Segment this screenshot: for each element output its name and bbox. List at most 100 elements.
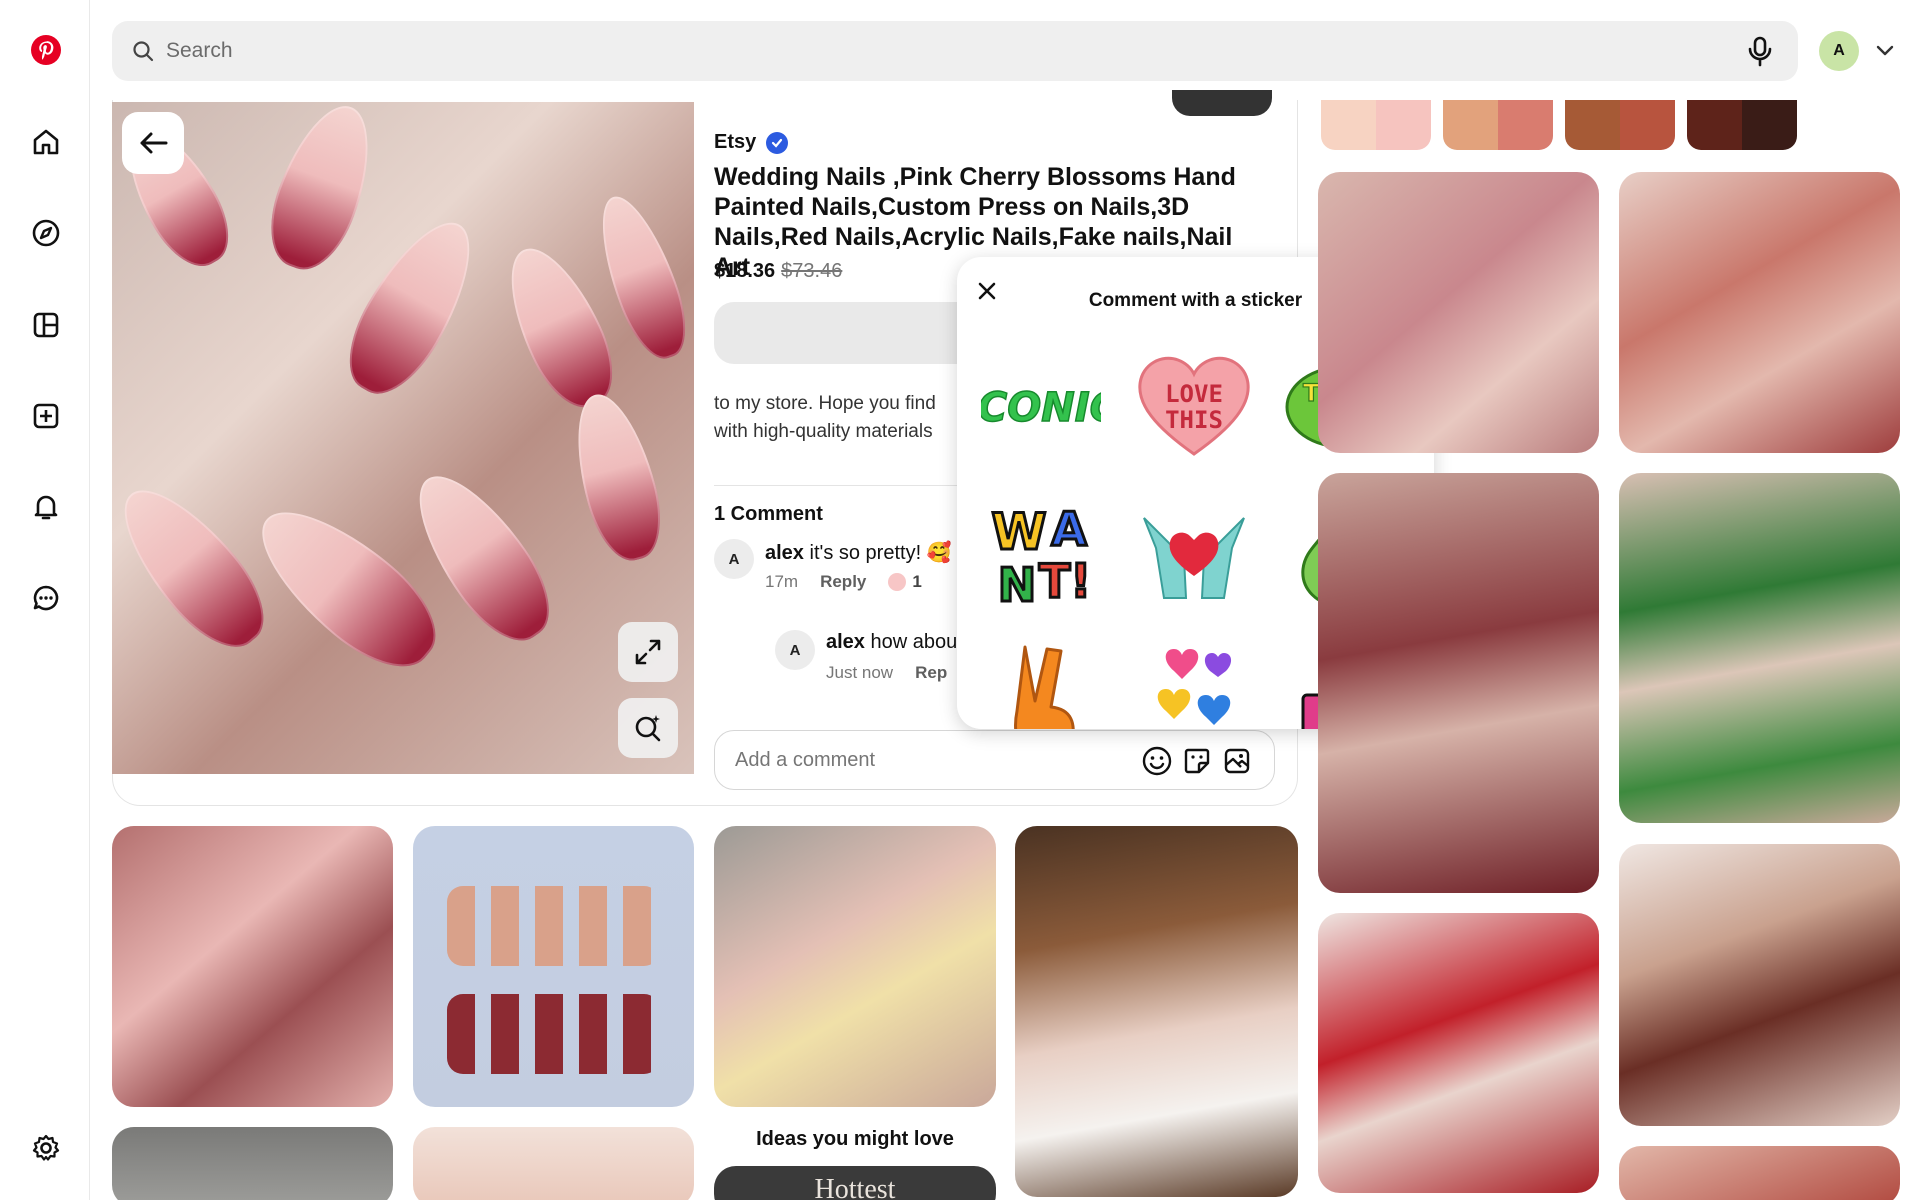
left-nav-rail (0, 0, 90, 1200)
comment-body: it's so pretty! 🥰 (803, 542, 952, 564)
store-label: Etsy (714, 131, 757, 153)
sticker-want[interactable]: W A N T! (981, 493, 1101, 614)
save-button-edge[interactable] (1172, 90, 1272, 116)
comment-author[interactable]: alex (765, 542, 804, 564)
back-button[interactable] (122, 112, 184, 174)
search-placeholder: Search (166, 39, 233, 62)
lens-search-icon (635, 715, 661, 742)
sticker-iconic[interactable]: ICONIC (981, 345, 1101, 465)
pin-tile[interactable] (112, 826, 393, 1107)
comment-text: alex how abou (826, 631, 958, 654)
microphone-icon[interactable] (1742, 33, 1778, 69)
sticker-love-this[interactable]: LOVE THIS (1134, 345, 1254, 465)
love-this-text: LOVE (1165, 380, 1223, 408)
nav-explore[interactable] (20, 207, 72, 259)
nail-shape (329, 204, 495, 410)
heart-hands-icon (1143, 517, 1245, 599)
color-swatch[interactable] (1687, 100, 1797, 150)
ideas-heading: Ideas you might love (756, 1128, 954, 1150)
pin-image[interactable] (112, 102, 694, 774)
ideas-tile-text: Hottest (814, 1174, 896, 1200)
chevron-down-icon[interactable] (1873, 38, 1897, 62)
pin-price: $18.36 $73.46 (714, 260, 842, 283)
emoji-icon[interactable] (1141, 745, 1173, 777)
ideas-board-tile[interactable]: Hottest (714, 1166, 996, 1200)
iconic-text: ICONIC (981, 385, 1101, 431)
color-swatch[interactable] (1321, 100, 1431, 150)
svg-text:N: N (998, 558, 1037, 612)
comment-text: alex it's so pretty! 🥰 (765, 540, 952, 565)
description-line: with high-quality materials (714, 421, 933, 442)
visual-search-button[interactable] (618, 698, 678, 758)
commenter-avatar[interactable]: A (714, 539, 754, 579)
pin-tile[interactable] (1015, 826, 1298, 1197)
comment-meta: 17m Reply 1 (765, 572, 922, 592)
pin-description: to my store. Hope you find with high-qua… (714, 390, 964, 446)
pin-tile[interactable] (1318, 172, 1599, 453)
reply-button[interactable]: Reply (820, 572, 866, 592)
comments-heading: 1 Comment (714, 503, 823, 525)
nav-messages[interactable] (20, 572, 72, 624)
pin-tile[interactable] (1318, 473, 1599, 893)
nail-shape (561, 385, 673, 569)
nav-home[interactable] (20, 116, 72, 168)
want-sticker: W A N T! (990, 501, 1093, 614)
original-price: $73.46 (781, 260, 843, 282)
pin-tile[interactable] (1318, 913, 1599, 1193)
comment-body: how abou (864, 631, 958, 653)
arrow-left-icon (140, 132, 168, 154)
pin-tile[interactable] (714, 826, 996, 1107)
press-on-nails-row (447, 886, 660, 966)
reply-button[interactable]: Rep (915, 663, 947, 683)
add-comment-input[interactable]: Add a comment (714, 730, 1275, 790)
color-swatch[interactable] (1565, 100, 1675, 150)
user-avatar[interactable]: A (1819, 31, 1859, 71)
sticker-peace-hand[interactable] (981, 641, 1101, 729)
sticker-heart-hands[interactable] (1134, 493, 1254, 613)
expand-icon (635, 639, 661, 665)
pin-tile[interactable] (413, 1127, 694, 1200)
pin-tile[interactable] (1619, 473, 1900, 823)
search-bar[interactable]: Search (112, 21, 1798, 81)
pin-tile[interactable] (1619, 172, 1900, 453)
nav-boards[interactable] (20, 299, 72, 351)
pin-tile[interactable] (1619, 844, 1900, 1126)
sticker-hearts[interactable] (1134, 641, 1254, 729)
settings-icon (32, 1134, 60, 1161)
pinterest-logo[interactable] (20, 24, 72, 76)
store-name[interactable]: Etsy (714, 131, 789, 154)
heart-reaction-icon (888, 573, 907, 591)
home-icon (33, 129, 59, 155)
create-icon (33, 403, 59, 429)
sticker-icon[interactable] (1181, 745, 1213, 777)
iconic-sticker: ICONIC (981, 384, 1101, 432)
expand-button[interactable] (618, 622, 678, 682)
svg-text:A: A (1051, 502, 1087, 556)
svg-text:THIS: THIS (1165, 406, 1223, 434)
nav-create[interactable] (20, 390, 72, 442)
svg-text:W: W (991, 503, 1046, 561)
nail-shape (112, 468, 284, 666)
color-swatch[interactable] (1443, 100, 1553, 150)
search-icon (133, 41, 154, 62)
image-upload-icon[interactable] (1221, 745, 1253, 777)
commenter-avatar[interactable]: A (775, 630, 815, 670)
nav-settings[interactable] (20, 1122, 72, 1174)
comment-time: 17m (765, 572, 799, 591)
hearts-icon (1157, 649, 1232, 725)
peace-hand-icon (1014, 645, 1075, 729)
comment-author[interactable]: alex (826, 631, 865, 653)
notifications-icon (34, 495, 58, 520)
pin-tile[interactable] (112, 1127, 393, 1200)
comment-placeholder: Add a comment (735, 748, 876, 771)
boards-icon (33, 312, 59, 338)
press-on-nails-row (447, 994, 660, 1074)
verified-badge-icon (766, 131, 789, 154)
reaction-count[interactable]: 1 (888, 572, 922, 592)
nav-notifications[interactable] (20, 481, 72, 533)
messages-icon (33, 585, 59, 611)
pinterest-logo-icon (31, 35, 61, 65)
pin-tile[interactable] (1619, 1146, 1900, 1200)
pin-tile[interactable] (413, 826, 694, 1107)
nail-shape (255, 102, 389, 281)
